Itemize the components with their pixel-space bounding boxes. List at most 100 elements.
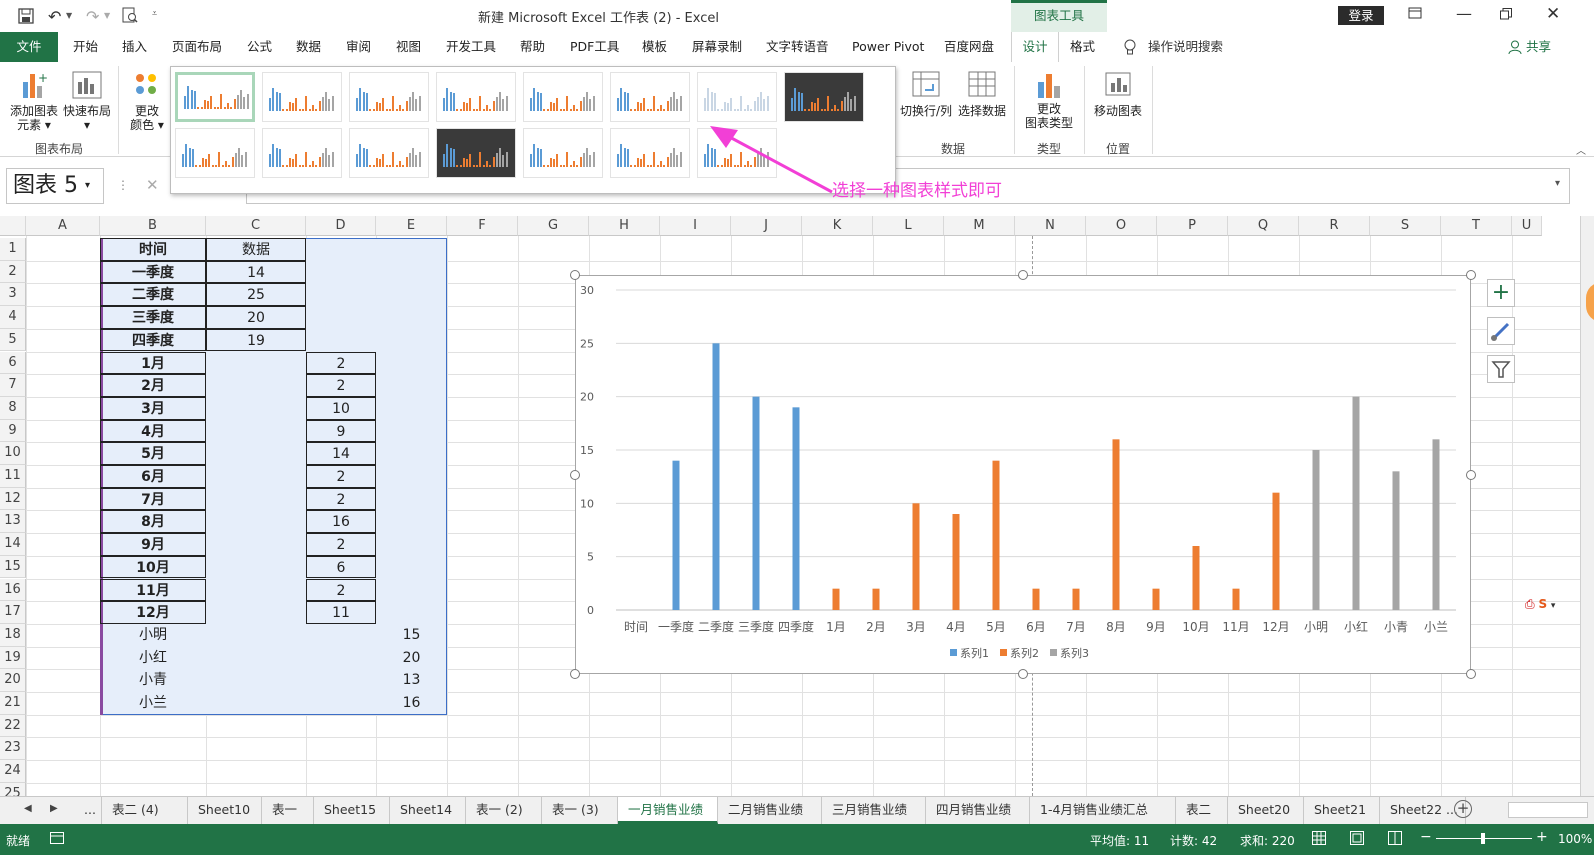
table-cell[interactable]: 9 [306,419,376,443]
close-icon[interactable]: ✕ [1546,4,1560,24]
row-header[interactable]: 19 [0,646,26,670]
chart-bar[interactable] [1432,439,1440,610]
chart-bar[interactable] [792,407,800,610]
tab-developer[interactable]: 开发工具 [444,32,498,62]
tell-me-search[interactable]: 操作说明搜索 [1146,32,1225,62]
column-header[interactable]: M [944,216,1015,236]
row-header[interactable]: 5 [0,328,26,352]
table-cell[interactable]: 时间 [100,238,206,261]
chart-bar[interactable] [1152,588,1160,610]
pdf-tool-float-icons[interactable]: ⎙ S ▾ [1525,597,1575,613]
change-chart-type-button[interactable]: 更改 图表类型 [1020,70,1078,130]
table-cell[interactable]: 11 [306,601,376,624]
status-average[interactable]: 平均值: 11 [1090,832,1149,849]
chart-bar[interactable] [712,343,720,610]
zoom-slider-thumb[interactable] [1481,833,1485,844]
collapse-ribbon-icon[interactable]: ︿ [1576,142,1586,157]
table-cell[interactable]: 14 [306,442,376,465]
table-cell[interactable]: 25 [206,283,306,307]
sheet-tab[interactable]: Sheet20 [1228,797,1304,824]
chart-filters-button[interactable] [1487,355,1515,383]
table-cell[interactable]: 16 [376,692,447,715]
row-header[interactable]: 17 [0,601,26,624]
table-cell[interactable]: 4月 [100,419,206,443]
row-header[interactable]: 6 [0,351,26,375]
table-cell[interactable]: 2 [306,487,376,511]
tab-pdf-tools[interactable]: PDF工具 [568,32,621,62]
tab-data[interactable]: 数据 [294,32,323,62]
chart-bar[interactable] [992,460,1000,610]
prev-sheet-icon[interactable]: ◀ [24,803,32,814]
table-cell[interactable]: 6 [306,555,376,579]
chart-style-option[interactable] [262,72,342,122]
tab-baidu-netdisk[interactable]: 百度网盘 [942,32,996,62]
column-header[interactable]: Q [1228,216,1299,236]
column-header[interactable]: R [1299,216,1370,236]
sheet-tab[interactable]: Sheet10 [188,797,262,824]
restore-icon[interactable] [1500,8,1512,20]
chart-bar[interactable] [912,503,920,610]
zoom-out-icon[interactable]: − [1420,829,1432,845]
chart-bar[interactable] [1272,492,1280,610]
resize-handle[interactable] [1018,270,1028,280]
tab-review[interactable]: 审阅 [344,32,373,62]
table-cell[interactable]: 16 [306,510,376,534]
row-header[interactable]: 16 [0,578,26,602]
table-cell[interactable]: 8月 [100,510,206,534]
column-header[interactable]: N [1015,216,1086,236]
table-cell[interactable]: 二季度 [100,283,206,307]
table-cell[interactable]: 11月 [100,578,206,602]
table-cell[interactable]: 12月 [100,601,206,624]
sheet-tab[interactable]: 三月销售业绩 [822,797,926,824]
select-all-corner[interactable] [0,216,26,236]
table-cell[interactable]: 20 [376,647,447,670]
row-header[interactable]: 14 [0,533,26,556]
table-cell[interactable]: 9月 [100,533,206,556]
customize-qat-icon[interactable]: ⩡ [152,9,157,19]
column-header[interactable]: D [306,216,376,236]
lightbulb-icon[interactable] [1124,39,1136,56]
chart-style-option[interactable] [436,72,516,122]
row-header[interactable]: 15 [0,555,26,579]
tab-page-layout[interactable]: 页面布局 [170,32,224,62]
table-cell[interactable]: 2 [306,533,376,556]
redo-icon[interactable]: ↷ [86,7,99,26]
table-cell[interactable]: 7月 [100,487,206,511]
undo-dropdown-icon[interactable]: ▼ [66,11,72,20]
column-header[interactable]: P [1157,216,1228,236]
row-header[interactable]: 9 [0,419,26,443]
tab-file[interactable]: 文件 [0,32,58,62]
sheet-tab[interactable]: 表一 (3) [542,797,618,824]
chart-style-option[interactable] [523,72,603,122]
expand-formula-bar-icon[interactable]: ▾ [1555,178,1560,189]
table-cell[interactable]: 小红 [100,647,206,670]
macro-record-icon[interactable] [50,832,64,844]
row-header[interactable]: 25 [0,782,26,796]
column-header[interactable]: O [1086,216,1157,236]
row-header[interactable]: 12 [0,487,26,511]
sheet-tab[interactable]: Sheet21 [1304,797,1380,824]
sheet-tab[interactable]: 一月销售业绩 [618,797,718,824]
table-cell[interactable]: 小青 [100,669,206,692]
row-header[interactable]: 23 [0,737,26,761]
resize-handle[interactable] [1466,469,1476,480]
table-cell[interactable]: 四季度 [100,328,206,352]
chart-bar[interactable] [1392,471,1400,610]
table-cell[interactable]: 三季度 [100,306,206,329]
chart-style-option[interactable] [175,128,255,178]
minimize-icon[interactable]: — [1456,4,1472,23]
table-cell[interactable]: 2月 [100,374,206,397]
chart-styles-button[interactable] [1487,317,1515,345]
row-header[interactable]: 8 [0,396,26,420]
row-header[interactable]: 18 [0,623,26,647]
chart-bar[interactable] [752,396,760,610]
table-cell[interactable]: 19 [206,328,306,352]
zoom-in-icon[interactable]: + [1536,829,1548,845]
tab-help[interactable]: 帮助 [518,32,547,62]
row-header[interactable]: 7 [0,374,26,397]
switch-row-column-button[interactable]: 切换行/列 [898,70,954,118]
chart-style-option[interactable] [784,72,864,122]
column-header[interactable]: U [1512,216,1542,236]
table-cell[interactable]: 数据 [206,238,306,261]
sheet-tab[interactable]: 表二 (4) [102,797,188,824]
